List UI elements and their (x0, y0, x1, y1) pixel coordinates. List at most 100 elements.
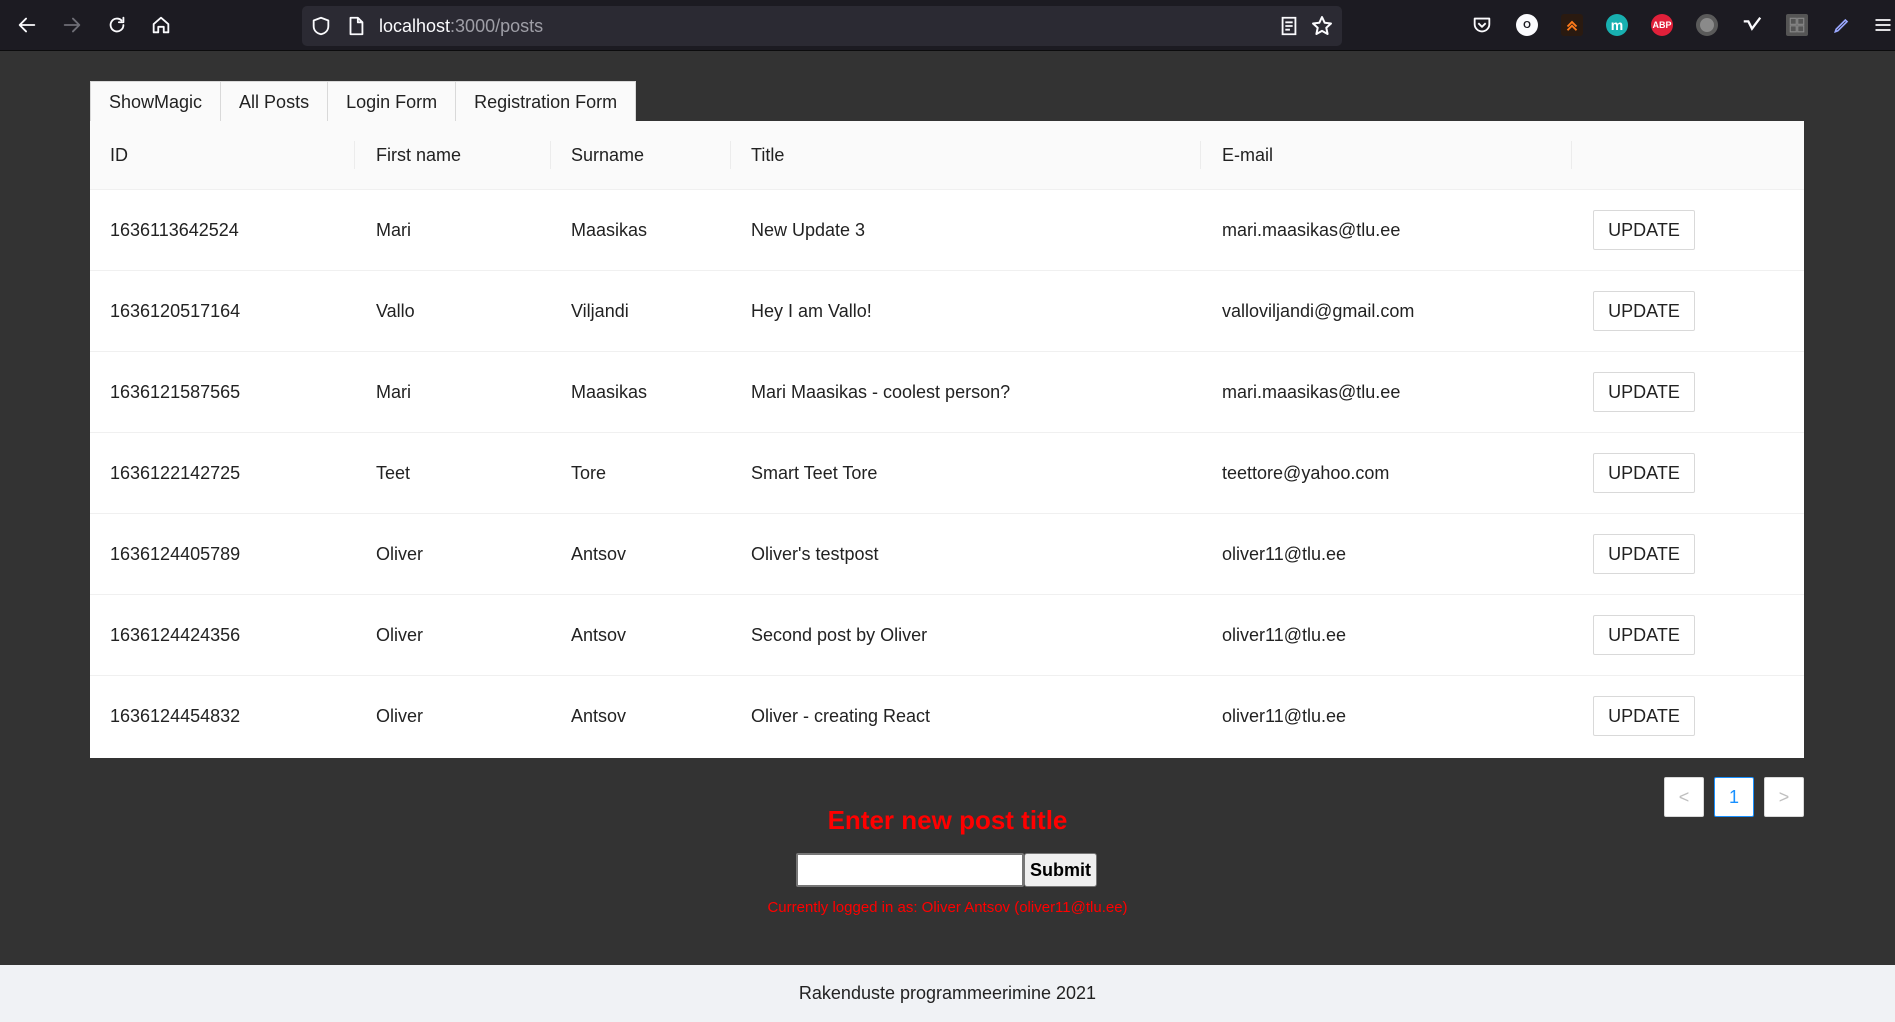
column-divider (730, 141, 731, 169)
forward-button[interactable] (57, 10, 87, 40)
cell-first-name: Oliver (376, 544, 424, 564)
column-divider (550, 141, 551, 169)
o-icon[interactable]: O (1516, 14, 1538, 36)
m-icon[interactable]: m (1606, 14, 1628, 36)
cell-email: teettore@yahoo.com (1222, 463, 1390, 483)
cell-surname: Antsov (571, 544, 627, 564)
update-button[interactable]: UPDATE (1593, 453, 1695, 493)
table-row: 1636113642524 Mari Maasikas New Update 3 mar… (90, 190, 1804, 271)
column-header-id: ID (110, 145, 128, 165)
check-icon[interactable] (1741, 14, 1763, 36)
tab-all-posts[interactable]: All Posts (220, 81, 329, 122)
cell-id: 1636121587565 (110, 382, 241, 402)
cell-title: Oliver's testpost (751, 544, 879, 564)
cell-surname: Viljandi (571, 301, 629, 321)
column-header-email: E-mail (1222, 145, 1274, 165)
cell-title: Hey I am Vallo! (751, 301, 872, 321)
cell-title: Oliver - creating React (751, 706, 931, 726)
footer: Rakenduste programmeerimine 2021 (0, 965, 1895, 1022)
home-icon (152, 16, 170, 34)
table-row: 1636121587565 Mari Maasikas Mari Maasikas -… (90, 352, 1804, 433)
cell-email: valloviljandi@gmail.com (1222, 301, 1415, 321)
back-button[interactable] (12, 10, 42, 40)
cell-surname: Antsov (571, 706, 627, 726)
column-divider (1200, 141, 1201, 169)
cell-first-name: Teet (376, 463, 411, 483)
arrow-up-icon[interactable] (1561, 14, 1583, 36)
update-button[interactable]: UPDATE (1593, 534, 1695, 574)
abp-icon[interactable]: ABP (1651, 14, 1673, 36)
cell-title: New Update 3 (751, 220, 866, 240)
column-header-first-name: First name (376, 145, 462, 165)
page-icon (349, 16, 364, 36)
submit-button[interactable]: Submit (1024, 853, 1097, 887)
table-row: 1636122142725 Teet Tore Smart Teet Tore teet… (90, 433, 1804, 514)
cell-first-name: Mari (376, 220, 411, 240)
cell-surname: Antsov (571, 625, 627, 645)
column-divider (1571, 141, 1572, 169)
cell-first-name: Oliver (376, 706, 424, 726)
tab-registration-form[interactable]: Registration Form (455, 81, 637, 122)
cell-title: Smart Teet Tore (751, 463, 878, 483)
cell-email: oliver11@tlu.ee (1222, 625, 1347, 645)
update-button[interactable]: UPDATE (1593, 696, 1695, 736)
browser-toolbar: localhost:3000/posts O m ABP (0, 0, 1895, 51)
cell-first-name: Mari (376, 382, 411, 402)
menu-icon[interactable] (1872, 14, 1894, 36)
update-button[interactable]: UPDATE (1593, 615, 1695, 655)
back-arrow-icon (18, 17, 36, 33)
cell-title: Mari Maasikas - coolest person? (751, 382, 1011, 402)
table-body: 1636113642524 Mari Maasikas New Update 3 mar… (90, 190, 1804, 757)
pen-icon[interactable] (1831, 14, 1853, 36)
cell-first-name: Oliver (376, 625, 424, 645)
url-bar[interactable]: localhost:3000/posts (302, 6, 1342, 46)
circle-icon[interactable] (1696, 14, 1718, 36)
update-button[interactable]: UPDATE (1593, 291, 1695, 331)
reader-view-icon[interactable] (1278, 15, 1300, 37)
table-header: ID First name Surname Title E-mail (90, 121, 1804, 190)
cell-id: 1636113642524 (110, 220, 239, 240)
reload-button[interactable] (102, 10, 132, 40)
column-header-title: Title (751, 145, 785, 165)
posts-table: ID First name Surname Title E-mail 16361… (90, 121, 1804, 758)
column-divider (354, 141, 355, 169)
update-button[interactable]: UPDATE (1593, 210, 1695, 250)
url-text[interactable]: localhost:3000/posts (379, 15, 543, 37)
post-title-input[interactable] (796, 853, 1024, 887)
table-row: 1636124424356 Oliver Antsov Second post by … (90, 595, 1804, 676)
table-row: 1636124405789 Oliver Antsov Oliver's testpo… (90, 514, 1804, 595)
bookmark-star-icon[interactable] (1310, 14, 1334, 38)
cell-email: mari.maasikas@tlu.ee (1222, 220, 1401, 240)
grid-icon[interactable] (1786, 14, 1808, 36)
cell-id: 1636122142725 (110, 463, 241, 483)
cell-email: oliver11@tlu.ee (1222, 544, 1347, 564)
tab-login-form[interactable]: Login Form (327, 81, 457, 122)
cell-surname: Maasikas (571, 382, 648, 402)
cell-first-name: Vallo (376, 301, 415, 321)
footer-text: Rakenduste programmeerimine 2021 (798, 983, 1097, 1003)
cell-surname: Maasikas (571, 220, 648, 240)
shield-icon[interactable] (310, 15, 332, 37)
reload-icon (109, 16, 125, 33)
forward-arrow-icon (63, 17, 81, 33)
table-row: 1636124454832 Oliver Antsov Oliver - creati… (90, 676, 1804, 757)
update-button[interactable]: UPDATE (1593, 372, 1695, 412)
url-path: :3000/posts (450, 16, 544, 36)
home-button[interactable] (146, 10, 176, 40)
cell-id: 1636120517164 (110, 301, 241, 321)
new-post-heading: Enter new post title (827, 805, 1068, 835)
column-header-surname: Surname (571, 145, 645, 165)
tab-showmagic[interactable]: ShowMagic (90, 81, 222, 122)
cell-id: 1636124405789 (110, 544, 241, 564)
url-host: localhost (379, 16, 451, 36)
cell-surname: Tore (571, 463, 607, 483)
cell-email: mari.maasikas@tlu.ee (1222, 382, 1401, 402)
cell-title: Second post by Oliver (751, 625, 928, 645)
cell-email: oliver11@tlu.ee (1222, 706, 1347, 726)
cell-id: 1636124424356 (110, 625, 241, 645)
logged-in-status: Currently logged in as: Oliver Antsov (o… (767, 899, 1128, 916)
tab-bar: ShowMagic All Posts Login Form Registrat… (90, 81, 637, 122)
pocket-icon[interactable] (1471, 14, 1493, 36)
cell-id: 1636124454832 (110, 706, 241, 726)
table-row: 1636120517164 Vallo Viljandi Hey I am Vallo… (90, 271, 1804, 352)
